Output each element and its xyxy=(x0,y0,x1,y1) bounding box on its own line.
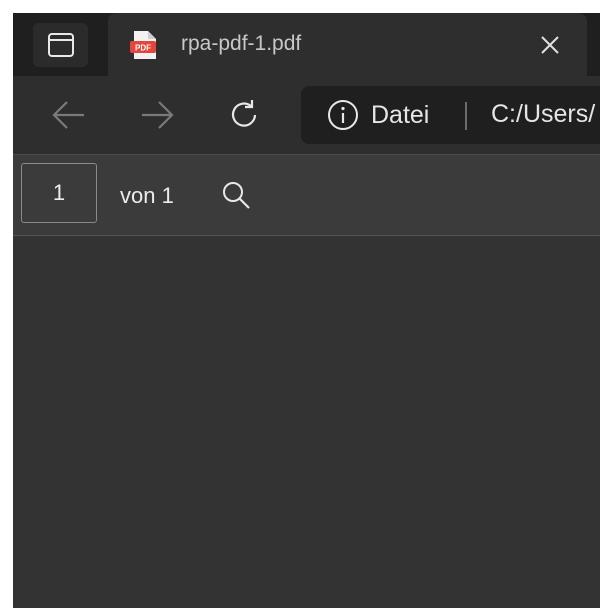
pdf-viewer-area[interactable] xyxy=(13,236,600,608)
arrow-right-icon xyxy=(142,101,174,129)
search-button[interactable] xyxy=(216,175,256,215)
pdf-favicon-label: PDF xyxy=(135,44,151,53)
browser-window: PDF rpa-pdf-1.pdf Datei C:/Users/ 1 von … xyxy=(13,13,600,608)
tab-actions-button[interactable] xyxy=(33,23,88,67)
info-icon xyxy=(328,100,358,130)
pdf-toolbar: von 1 xyxy=(13,155,600,235)
site-info-button[interactable]: Datei xyxy=(327,99,429,131)
search-icon xyxy=(223,182,250,209)
page-number-input[interactable] xyxy=(21,163,97,223)
page-count-label: von 1 xyxy=(120,183,174,208)
pdf-file-icon: PDF xyxy=(130,31,156,59)
tab-strip: PDF rpa-pdf-1.pdf xyxy=(13,13,600,76)
tab-actions-icon xyxy=(47,33,74,57)
tab-title: rpa-pdf-1.pdf xyxy=(181,32,302,55)
address-divider xyxy=(465,102,467,130)
address-bar[interactable]: Datei C:/Users/ xyxy=(301,86,600,144)
refresh-button[interactable] xyxy=(222,93,266,137)
navigation-toolbar: Datei C:/Users/ xyxy=(13,76,600,154)
forward-button[interactable] xyxy=(135,93,179,137)
close-icon xyxy=(541,36,559,54)
tab-active[interactable]: PDF rpa-pdf-1.pdf xyxy=(108,13,587,76)
back-button[interactable] xyxy=(47,93,91,137)
refresh-icon xyxy=(231,100,257,127)
site-info-label: Datei xyxy=(371,100,430,129)
arrow-left-icon xyxy=(52,101,84,129)
address-url[interactable]: C:/Users/ xyxy=(491,100,595,129)
tab-close-button[interactable] xyxy=(536,31,564,59)
